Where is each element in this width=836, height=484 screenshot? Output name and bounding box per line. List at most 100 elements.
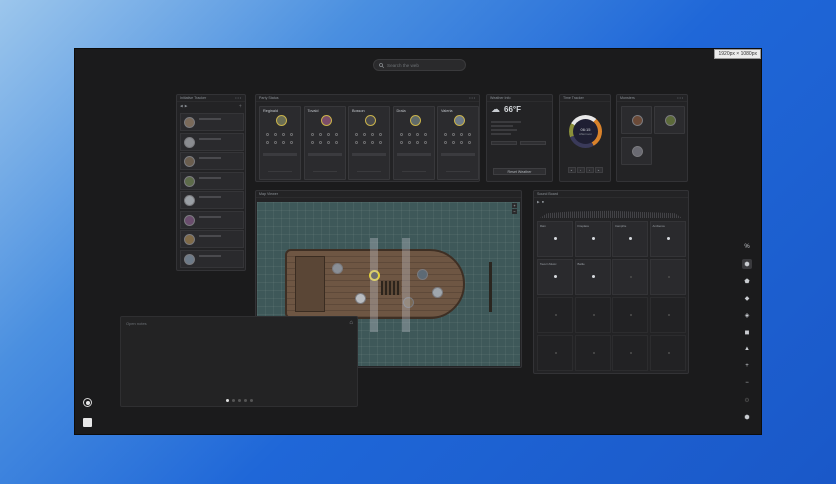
player-token[interactable] bbox=[332, 263, 343, 274]
notes-menu-icon[interactable]: ⌂ bbox=[349, 320, 353, 326]
npc-token[interactable] bbox=[432, 287, 443, 298]
add-combatant-icon[interactable]: ＋ bbox=[239, 104, 243, 109]
combatant-portrait bbox=[184, 175, 195, 187]
sound-label: Rain bbox=[540, 224, 546, 228]
page-dot[interactable] bbox=[243, 399, 247, 402]
search-bar[interactable]: Search the web bbox=[373, 59, 466, 71]
sound-slot[interactable] bbox=[649, 259, 686, 295]
dice-toolbar: % ⬢ ⬟ ◆ ◈ ◼ ▲ + − ⚙ ⬢ bbox=[742, 242, 754, 432]
d4-icon[interactable]: ▲ bbox=[742, 344, 752, 354]
initiative-row[interactable] bbox=[180, 152, 244, 176]
initiative-row[interactable] bbox=[180, 210, 244, 235]
sound-slot[interactable] bbox=[574, 297, 611, 333]
stat-dot bbox=[334, 133, 338, 136]
map-zoom-in-icon[interactable]: + bbox=[512, 203, 517, 208]
reset-weather-button[interactable]: Reset Weather bbox=[493, 168, 546, 175]
monster-card[interactable] bbox=[621, 137, 652, 165]
prev-turn-icon[interactable]: ◀ bbox=[180, 104, 183, 109]
zoom-out-icon[interactable]: − bbox=[742, 378, 752, 388]
dice-icon[interactable]: ⬢ bbox=[742, 412, 752, 422]
wind-select[interactable] bbox=[520, 141, 546, 145]
page-dot[interactable] bbox=[225, 399, 229, 402]
settings-icon[interactable]: ⚙ bbox=[742, 395, 752, 405]
party-title: Party Status bbox=[259, 96, 279, 100]
party-member-button[interactable] bbox=[312, 171, 337, 176]
empty-slot-icon bbox=[667, 314, 670, 316]
initiative-row[interactable] bbox=[180, 191, 244, 215]
party-member-card[interactable]: Drala bbox=[392, 106, 435, 180]
stat-dot bbox=[355, 141, 358, 144]
sound-slot[interactable]: Fireplace bbox=[574, 221, 611, 257]
sound-slot[interactable] bbox=[649, 297, 686, 333]
stat-dot bbox=[423, 141, 427, 144]
sound-slot[interactable] bbox=[612, 335, 648, 371]
stat-dot bbox=[460, 133, 463, 136]
sound-slot[interactable] bbox=[612, 297, 648, 333]
initiative-row[interactable] bbox=[180, 132, 244, 157]
panel-menu-icon[interactable]: ••• bbox=[235, 96, 242, 100]
sound-slot[interactable] bbox=[537, 335, 573, 371]
sound-slot[interactable] bbox=[574, 335, 611, 371]
d6-icon[interactable]: ◼ bbox=[742, 327, 752, 337]
npc-token[interactable] bbox=[417, 269, 428, 280]
initiative-row[interactable] bbox=[180, 113, 244, 137]
party-member-portrait bbox=[454, 115, 465, 126]
fast-forward-button[interactable]: » bbox=[594, 167, 603, 173]
sound-slot[interactable]: Battle bbox=[574, 259, 611, 295]
party-member-card[interactable]: Bosson bbox=[348, 106, 390, 180]
panel-menu-icon[interactable]: ••• bbox=[677, 96, 684, 100]
weather-select[interactable] bbox=[491, 141, 517, 145]
party-member-card[interactable]: Valeria bbox=[437, 106, 479, 180]
stat-dot bbox=[326, 141, 330, 144]
party-member-hp-bar bbox=[307, 153, 342, 156]
party-member-button[interactable] bbox=[446, 171, 470, 176]
percent-icon[interactable]: % bbox=[742, 242, 752, 252]
sound-slot[interactable] bbox=[537, 297, 573, 333]
notes-toggle-icon[interactable] bbox=[83, 418, 92, 427]
zoom-in-icon[interactable]: + bbox=[742, 361, 752, 371]
initiative-row[interactable] bbox=[180, 171, 244, 196]
initiative-row[interactable] bbox=[180, 249, 244, 268]
monster-card[interactable] bbox=[654, 106, 685, 134]
search-icon bbox=[379, 62, 384, 68]
stop-icon[interactable]: ■ bbox=[542, 200, 544, 204]
sound-slot[interactable]: Campfire bbox=[612, 221, 648, 257]
rewind-button[interactable]: « bbox=[567, 167, 576, 173]
d8-icon[interactable]: ◈ bbox=[742, 310, 752, 320]
d20-icon[interactable]: ⬢ bbox=[742, 259, 752, 269]
party-member-button[interactable] bbox=[401, 171, 426, 176]
sound-slot[interactable]: Ambience bbox=[649, 221, 686, 257]
sound-slot[interactable]: Tavern Music bbox=[537, 259, 573, 295]
player-token[interactable] bbox=[355, 293, 366, 304]
day-cycle-dial[interactable]: 06:15 Afternoon bbox=[569, 115, 602, 148]
party-member-card[interactable]: Reginald bbox=[259, 106, 301, 180]
weather-title: Weather Info bbox=[490, 96, 511, 100]
search-placeholder: Search the web bbox=[387, 62, 419, 68]
record-icon[interactable] bbox=[83, 398, 92, 407]
monster-card[interactable] bbox=[621, 106, 652, 134]
combatant-condition-dots bbox=[199, 261, 211, 271]
initiative-row[interactable] bbox=[180, 230, 244, 254]
party-member-card[interactable]: Tovald bbox=[303, 106, 346, 180]
map-title: Map Viewer bbox=[259, 192, 278, 196]
party-member-button[interactable] bbox=[268, 171, 292, 176]
map-zoom-out-icon[interactable]: − bbox=[512, 209, 517, 214]
page-dot[interactable] bbox=[249, 399, 253, 402]
page-dot[interactable] bbox=[231, 399, 235, 402]
waveform bbox=[540, 210, 682, 218]
empty-slot-icon bbox=[592, 314, 595, 316]
sound-slot[interactable] bbox=[649, 335, 686, 371]
play-icon[interactable]: ▶ bbox=[537, 200, 540, 204]
sound-slot[interactable]: Rain bbox=[537, 221, 573, 257]
combatant-stats bbox=[199, 196, 221, 198]
forward-button[interactable]: › bbox=[585, 167, 594, 173]
next-turn-icon[interactable]: ▶ bbox=[185, 104, 188, 109]
panel-menu-icon[interactable]: ••• bbox=[469, 96, 476, 100]
stat-dot bbox=[460, 141, 463, 144]
back-button[interactable]: ‹ bbox=[576, 167, 585, 173]
party-member-button[interactable] bbox=[357, 171, 381, 176]
d12-icon[interactable]: ⬟ bbox=[742, 276, 752, 286]
sound-slot[interactable] bbox=[612, 259, 648, 295]
d10-icon[interactable]: ◆ bbox=[742, 293, 752, 303]
page-dot[interactable] bbox=[237, 399, 241, 402]
